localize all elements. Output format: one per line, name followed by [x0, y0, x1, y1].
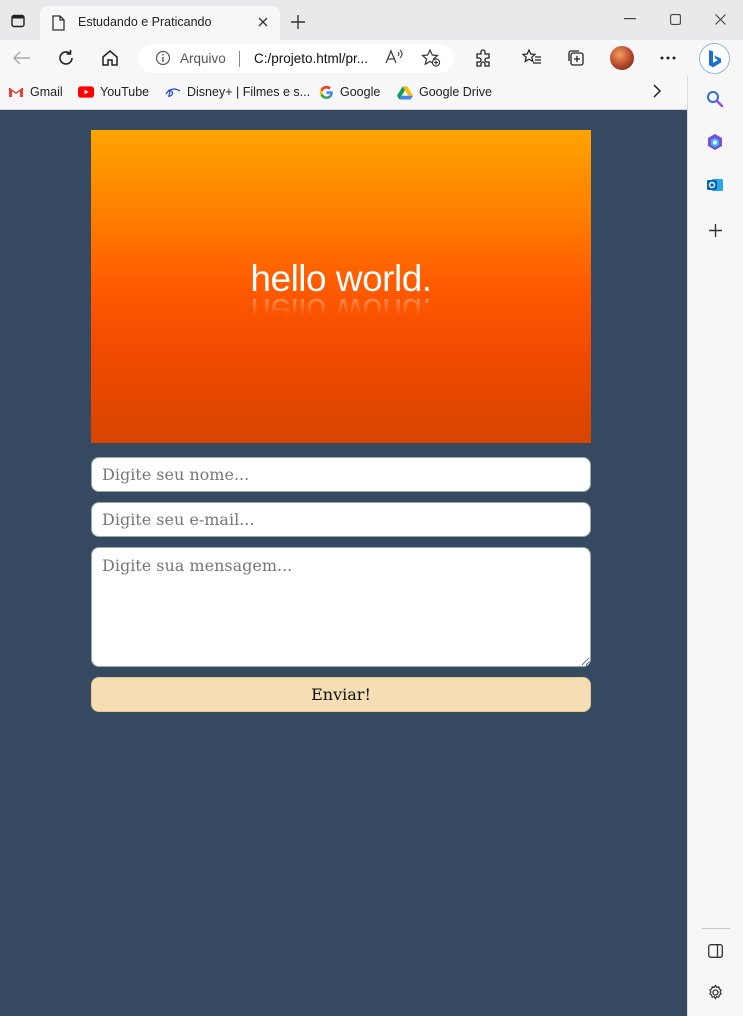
- bookmark-disney[interactable]: Disney+ | Filmes e s...: [165, 84, 310, 100]
- bookmark-gmail[interactable]: Gmail: [8, 84, 63, 100]
- page-content: hello world. hello world. Enviar!: [0, 110, 687, 1016]
- more-options-icon[interactable]: [656, 47, 680, 69]
- bookmark-google-drive[interactable]: Google Drive: [397, 84, 492, 100]
- read-aloud-icon[interactable]: [385, 49, 403, 68]
- add-icon[interactable]: [704, 219, 726, 241]
- youtube-icon: [78, 84, 94, 100]
- name-input[interactable]: [91, 457, 591, 492]
- address-separator: [239, 51, 240, 67]
- bookmark-google[interactable]: Google: [318, 84, 380, 100]
- refresh-icon[interactable]: [54, 47, 78, 69]
- back-icon[interactable]: [10, 47, 34, 69]
- outlook-icon[interactable]: [704, 174, 726, 196]
- browser-tab[interactable]: Estudando e Praticando: [40, 6, 280, 40]
- sidebar-divider: [702, 928, 730, 929]
- settings-gear-icon[interactable]: [704, 981, 726, 1003]
- google-icon: [318, 84, 334, 100]
- message-textarea[interactable]: [91, 547, 591, 667]
- tab-bar: Estudando e Praticando: [0, 0, 743, 40]
- bookmarks-bar: Gmail YouTube Disney+ | Filmes e s... Go…: [0, 76, 687, 110]
- maximize-icon[interactable]: [662, 8, 688, 30]
- collections-icon[interactable]: [564, 47, 588, 69]
- info-icon[interactable]: [155, 50, 171, 71]
- search-icon[interactable]: [704, 88, 726, 110]
- extensions-icon[interactable]: [471, 47, 495, 69]
- security-label: Arquivo: [180, 51, 226, 66]
- bookmark-label: Google: [340, 85, 381, 99]
- bing-copilot-icon[interactable]: [699, 43, 730, 74]
- favorites-icon[interactable]: [520, 47, 544, 69]
- document-icon: [52, 15, 66, 31]
- email-input[interactable]: [91, 502, 591, 537]
- address-bar[interactable]: Arquivo C:/projeto.html/pr...: [138, 44, 454, 73]
- submit-button[interactable]: Enviar!: [91, 677, 591, 712]
- bookmark-label: Disney+ | Filmes e s...: [187, 85, 311, 99]
- add-favorite-icon[interactable]: [421, 48, 441, 72]
- browser-toolbar: Arquivo C:/projeto.html/pr...: [0, 40, 743, 76]
- new-tab-button[interactable]: [288, 12, 308, 32]
- bookmark-youtube[interactable]: YouTube: [78, 84, 149, 100]
- disney-icon: [165, 84, 181, 100]
- chevron-right-icon[interactable]: [652, 84, 662, 103]
- url-text[interactable]: C:/projeto.html/pr...: [254, 51, 368, 66]
- sidebar-toggle-icon[interactable]: [704, 940, 726, 962]
- hero-heading-reflection: hello world.: [250, 291, 432, 332]
- edge-sidebar: [687, 76, 743, 1016]
- bookmark-label: YouTube: [100, 85, 150, 99]
- profile-avatar[interactable]: [610, 46, 634, 70]
- hero-banner: hello world. hello world.: [91, 130, 591, 443]
- microsoft-365-icon[interactable]: [704, 131, 726, 153]
- window-close-icon[interactable]: [707, 8, 733, 30]
- close-tab-icon[interactable]: [254, 13, 272, 31]
- bookmark-label: Gmail: [30, 85, 63, 99]
- google-drive-icon: [397, 84, 413, 100]
- home-icon[interactable]: [98, 47, 122, 69]
- bookmark-label: Google Drive: [419, 85, 492, 99]
- tab-title: Estudando e Praticando: [78, 15, 212, 29]
- gmail-icon: [8, 84, 24, 100]
- tab-actions-icon[interactable]: [7, 10, 29, 32]
- minimize-icon[interactable]: [617, 8, 643, 30]
